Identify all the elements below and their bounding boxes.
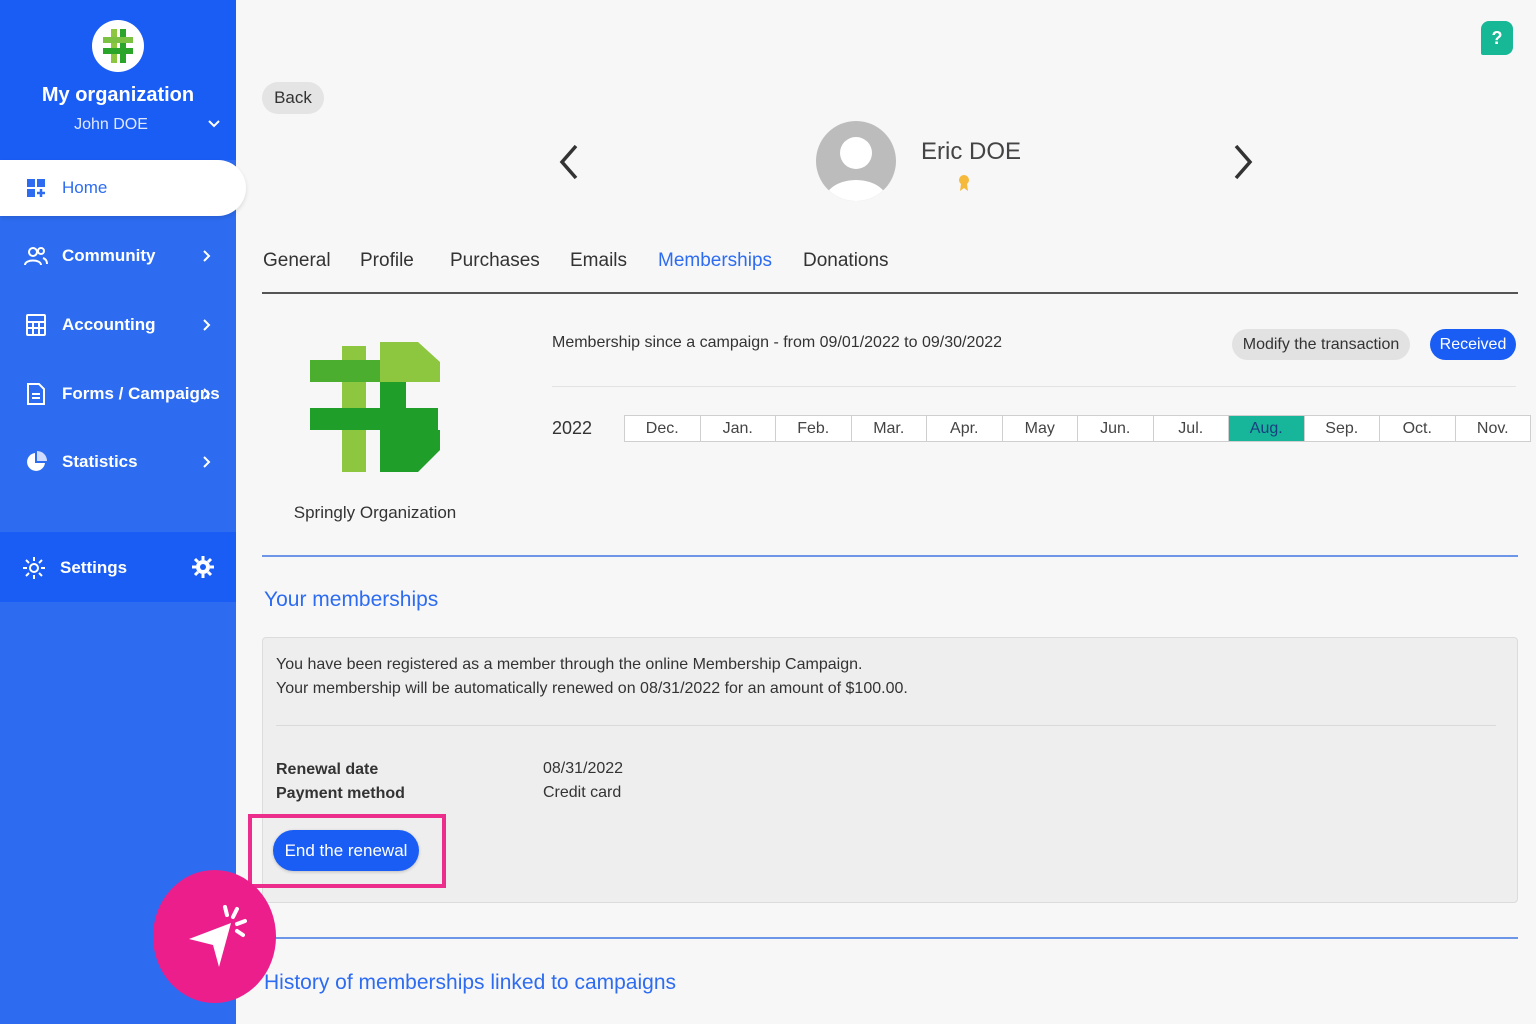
tab-donations[interactable]: Donations [803,250,889,272]
status-badge: Received [1430,329,1516,360]
month-cell: May [1003,416,1078,441]
month-cell-active: Aug. [1229,416,1305,441]
renewal-date-value: 08/31/2022 [543,760,624,777]
org-header: My organization John DOE [0,0,236,160]
document-icon [24,382,48,406]
year-label: 2022 [552,418,593,438]
month-cell: Nov. [1476,419,1509,437]
org-logo [92,20,144,72]
sidebar-item-community[interactable]: Community [0,228,236,284]
your-memberships-title: Your memberships [264,588,439,611]
contact-tabs: General Profile Purchases Emails Members… [262,246,1518,294]
award-icon [959,175,969,191]
payment-method-value: Credit card [543,784,622,801]
membership-info-panel [262,637,1518,903]
sidebar-item-label: Forms / Campaigns [62,384,220,403]
help-button[interactable]: ? [1481,21,1513,55]
sidebar-item-forms-campaigns[interactable]: Forms / Campaigns [0,366,236,422]
avatar [816,121,896,201]
membership-period: Membership since a campaign - from 09/01… [552,334,1003,351]
users-icon [24,244,48,268]
sidebar-item-statistics[interactable]: Statistics [0,434,236,490]
chevron-right-icon [203,250,211,262]
previous-contact-icon[interactable] [556,142,584,182]
month-cell: Jan. [701,416,776,441]
month-cell: Dec. [625,416,701,441]
pie-chart-icon [24,450,48,474]
sidebar-item-label: Settings [60,558,128,577]
gear-icon[interactable] [192,556,214,578]
user-name[interactable]: John DOE [0,116,222,134]
chevron-down-icon[interactable] [206,116,222,132]
month-cell: Apr. [927,416,1003,441]
sidebar-item-accounting[interactable]: Accounting [0,297,236,353]
gear-icon [22,556,46,580]
tab-general[interactable]: General [263,250,331,272]
tab-purchases[interactable]: Purchases [450,250,540,272]
grid-icon [24,176,48,200]
renewal-text: Your membership will be automatically re… [276,680,908,697]
sidebar-item-label: Community [62,246,156,265]
sidebar: My organization John DOE Home Community [0,0,246,1024]
sidebar-item-label: Home [62,178,108,197]
back-button[interactable]: Back [262,82,324,114]
tab-emails[interactable]: Emails [570,250,627,272]
modify-transaction-button[interactable]: Modify the transaction [1232,329,1410,360]
next-contact-icon[interactable] [1228,142,1256,182]
payment-method-label: Payment method [276,785,405,802]
month-cell: Jun. [1078,416,1154,441]
month-cell: Jul. [1154,416,1229,441]
tab-profile[interactable]: Profile [360,250,414,272]
month-cell: Mar. [852,416,927,441]
section-divider [262,555,1518,557]
month-cell: Feb. [776,416,852,441]
end-renewal-button[interactable]: End the renewal [273,830,419,871]
sidebar-item-home[interactable]: Home [0,160,246,216]
month-cell: Oct. [1380,416,1456,441]
sidebar-item-label: Accounting [62,315,156,334]
springly-logo [310,342,440,472]
month-cell: Sep. [1305,416,1380,441]
org-name: My organization [41,84,195,106]
chevron-right-icon [203,319,211,331]
organization-caption: Springly Organization [293,503,457,522]
renewal-date-label: Renewal date [276,761,379,778]
chevron-right-icon [203,456,211,468]
contact-name: Eric DOE [921,138,1022,165]
section-divider [262,937,1518,939]
registration-text: You have been registered as a member thr… [276,656,863,673]
click-pointer-badge [153,870,276,1003]
navigation-arrow-icon [188,904,247,967]
chevron-right-icon [203,388,211,400]
divider [276,725,1496,726]
sidebar-item-label: Statistics [62,452,138,471]
tab-memberships[interactable]: Memberships [658,250,772,272]
calculator-icon [24,313,48,337]
history-title: History of memberships linked to campaig… [264,971,677,994]
divider [552,386,1516,387]
month-timeline: Dec. Jan. Feb. Mar. Apr. May Jun. Jul. A… [624,415,1531,442]
